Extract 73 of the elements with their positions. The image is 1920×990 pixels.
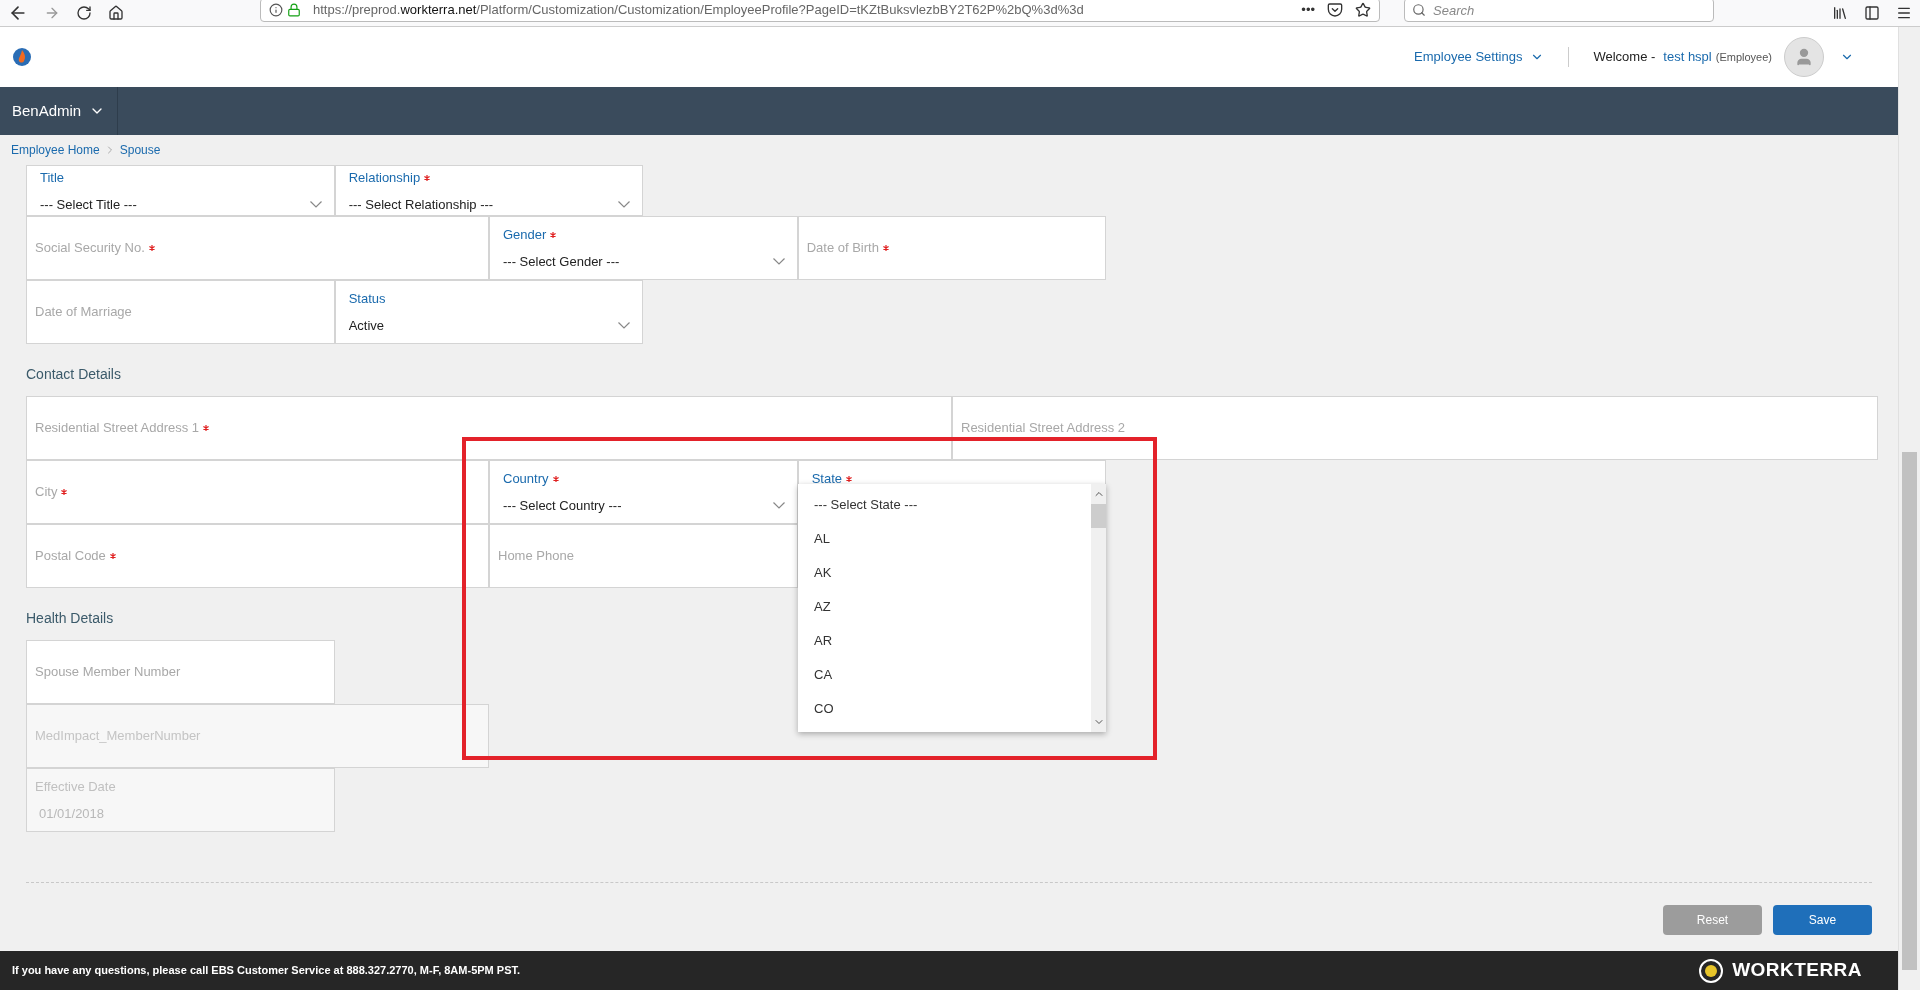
selected-value: --- Select Relationship --- bbox=[348, 195, 494, 214]
dropdown-field[interactable]: Status Active bbox=[334, 280, 644, 344]
brand-name: WORKTERRA bbox=[1732, 958, 1862, 983]
dropdown-option[interactable]: CO bbox=[798, 692, 1091, 726]
field-placeholder: Home Phone bbox=[498, 547, 574, 566]
page-scroll-thumb[interactable] bbox=[1902, 452, 1917, 970]
dropdown-option[interactable]: AR bbox=[798, 624, 1091, 658]
section-heading: Health Details bbox=[26, 608, 114, 628]
save-button[interactable]: Save bbox=[1773, 905, 1872, 935]
section-heading: Contact Details bbox=[26, 364, 121, 384]
lock-icon bbox=[287, 3, 301, 17]
reload-icon[interactable] bbox=[76, 5, 92, 21]
scroll-thumb[interactable] bbox=[1091, 504, 1106, 528]
dropdown-field[interactable]: Gender --- Select Gender --- bbox=[489, 216, 798, 280]
chevron-icon bbox=[772, 502, 785, 510]
menu-icon[interactable] bbox=[1896, 5, 1912, 21]
module-menu[interactable]: BenAdmin bbox=[0, 87, 118, 135]
field-label: Relationship bbox=[348, 168, 421, 187]
field-label: Gender bbox=[503, 226, 547, 245]
field-placeholder: Date of Marriage bbox=[35, 303, 132, 322]
selected-value: Active bbox=[348, 317, 385, 335]
breadcrumb-link[interactable]: Employee Home bbox=[11, 141, 100, 159]
dropdown-option[interactable]: --- Select State --- bbox=[798, 488, 1091, 522]
settings-menu[interactable]: Employee Settings bbox=[1414, 47, 1545, 67]
state-dropdown-list[interactable]: --- Select State --- AL AK AZ AR CA CO bbox=[798, 484, 1106, 732]
forward-icon[interactable] bbox=[44, 5, 60, 21]
page-scrollbar[interactable] bbox=[1898, 27, 1920, 990]
flame-logo-icon bbox=[12, 47, 32, 67]
field-placeholder: Social Security No. bbox=[35, 239, 145, 258]
bookmark-icon[interactable] bbox=[1355, 2, 1371, 18]
sidebar-icon[interactable] bbox=[1864, 5, 1880, 21]
person-icon bbox=[1794, 47, 1814, 67]
avatar[interactable] bbox=[1784, 37, 1824, 77]
home-icon[interactable] bbox=[108, 5, 124, 21]
chevron-icon bbox=[309, 200, 322, 208]
field-placeholder: Date of Birth bbox=[806, 239, 879, 258]
library-icon[interactable] bbox=[1832, 5, 1848, 21]
dropdown-option[interactable]: CA bbox=[798, 658, 1091, 692]
dropdown-option[interactable]: AK bbox=[798, 556, 1091, 590]
field-placeholder: Spouse Member Number bbox=[35, 663, 181, 682]
field-label: Title bbox=[40, 168, 65, 187]
field-placeholder: City bbox=[35, 483, 58, 502]
user-role: (Employee) bbox=[1715, 49, 1772, 65]
selected-value: --- Select Gender --- bbox=[503, 253, 620, 271]
user-name-link[interactable]: test hspl bbox=[1663, 47, 1712, 67]
field-label: Country bbox=[503, 470, 549, 489]
dropdown-field[interactable]: Relationship --- Select Relationship --- bbox=[334, 165, 644, 216]
search-icon bbox=[1412, 2, 1426, 17]
chevron-icon bbox=[618, 200, 631, 208]
address-bar[interactable]: https://preprod.workterra.net/Platform/Customization/Customization/EmployeeProfile?PageID=tKZtBuksvlezbBY2T62P%2bQ%3d%3d ••• bbox=[260, 0, 1380, 22]
dropdown-field[interactable]: Title --- Select Title --- bbox=[26, 165, 335, 216]
list-scrollbar[interactable] bbox=[1091, 484, 1106, 732]
chevron-icon bbox=[618, 322, 631, 330]
brand-logo-icon bbox=[1698, 957, 1725, 984]
field-placeholder: Residential Street Address 1 bbox=[35, 419, 200, 438]
dropdown-field[interactable]: Country --- Select Country --- bbox=[489, 460, 798, 524]
field-placeholder: Postal Code bbox=[35, 547, 106, 566]
selected-value: --- Select Title --- bbox=[40, 195, 137, 214]
breadcrumb-link[interactable]: Spouse bbox=[119, 141, 161, 159]
selected-value: --- Select Country --- bbox=[503, 497, 622, 515]
dropdown-option[interactable]: AL bbox=[798, 522, 1091, 556]
field-label: Status bbox=[348, 290, 386, 309]
field-placeholder: Residential Street Address 2 bbox=[961, 419, 1126, 438]
search-field[interactable]: Search bbox=[1404, 0, 1714, 23]
more-icon[interactable]: ••• bbox=[1301, 0, 1315, 20]
field-value: 01/01/2018 bbox=[39, 805, 105, 823]
footer-notice: If you have any questions, please call EBS Customer Service at 888.327.2770, M-F, 8AM-5PM PST. bbox=[12, 963, 521, 979]
dropdown-option[interactable]: AZ bbox=[798, 590, 1091, 624]
chevron-icon bbox=[772, 258, 785, 266]
info-icon bbox=[269, 3, 283, 17]
url-text: https://preprod.workterra.net/Platform/Customization/Customization/EmployeeProfile?PageID=tKZtBuksvlezbBY2T62P%2bQ%3d%3d bbox=[313, 1, 1084, 20]
welcome-text: Welcome - bbox=[1593, 48, 1656, 67]
pocket-icon[interactable] bbox=[1327, 2, 1343, 18]
